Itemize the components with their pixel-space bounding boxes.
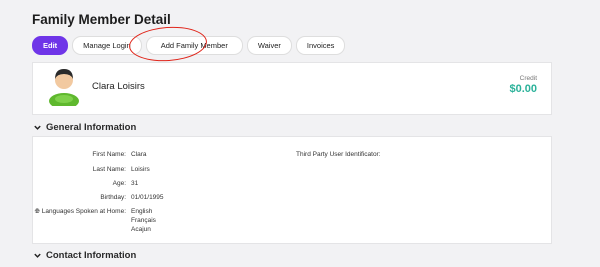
- languages-label: 🌐︎ Languages Spoken at Home:: [34, 208, 126, 215]
- birthday-label: Birthday:: [100, 194, 126, 201]
- credit-value: $0.00: [509, 83, 537, 95]
- last-name-label: Last Name:: [92, 166, 126, 173]
- first-name-label: First Name:: [92, 151, 126, 158]
- user-avatar-icon: [49, 69, 79, 106]
- member-name: Clara Loisirs: [92, 81, 145, 92]
- language-item: Acajun: [131, 226, 151, 233]
- language-item: Français: [131, 217, 156, 224]
- general-info-toggle[interactable]: General Information: [33, 122, 136, 133]
- age-label: Age:: [112, 180, 126, 187]
- edit-button[interactable]: Edit: [32, 36, 69, 55]
- general-info-card: First Name: Clara Last Name: Loisirs Age…: [32, 136, 552, 244]
- language-item: English: [131, 208, 153, 215]
- chevron-down-icon: [34, 125, 41, 130]
- contact-info-toggle[interactable]: Contact Information: [33, 250, 136, 261]
- credit-label: Credit: [519, 75, 537, 82]
- globe-icon: 🌐︎: [34, 208, 40, 215]
- third-party-id-label: Third Party User Identificator:: [296, 151, 381, 158]
- birthday-value: 01/01/1995: [131, 194, 164, 201]
- last-name-value: Loisirs: [131, 166, 150, 173]
- annotation-circle: [127, 24, 209, 64]
- general-info-title: General Information: [46, 122, 137, 133]
- chevron-down-icon: [34, 253, 41, 258]
- invoices-button[interactable]: Invoices: [295, 36, 346, 55]
- age-value: 31: [131, 180, 139, 187]
- profile-card: Clara Loisirs Credit $0.00: [32, 62, 552, 115]
- page-title: Family Member Detail: [32, 12, 171, 27]
- contact-info-title: Contact Information: [46, 250, 137, 261]
- first-name-value: Clara: [131, 151, 147, 158]
- waiver-button[interactable]: Waiver: [246, 36, 292, 55]
